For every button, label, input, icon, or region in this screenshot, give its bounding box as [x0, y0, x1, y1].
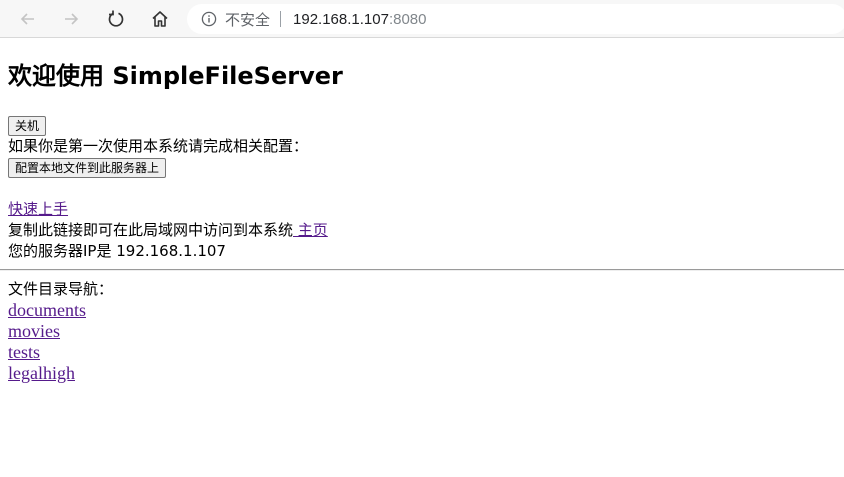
security-status: 不安全	[225, 10, 271, 29]
directory-link-tests[interactable]: tests	[8, 342, 40, 362]
home-link[interactable]: 主页	[293, 221, 328, 239]
address-host: 192.168.1.107	[293, 10, 389, 28]
directory-link-legalhigh[interactable]: legalhigh	[8, 363, 75, 383]
page-title: 欢迎使用 SimpleFileServer	[8, 62, 343, 90]
forward-arrow-icon	[65, 13, 79, 25]
directory-link-documents[interactable]: documents	[8, 300, 86, 320]
address-bar[interactable]: 不安全 192.168.1.107:8080	[187, 4, 844, 34]
directory-nav-label: 文件目录导航：	[8, 280, 114, 298]
first-time-text: 如果你是第一次使用本系统请完成相关配置：	[8, 137, 309, 155]
directory-link-movies[interactable]: movies	[8, 321, 60, 341]
address-port: :8080	[388, 10, 427, 28]
browser-toolbar: 不安全 192.168.1.107:8080	[0, 0, 844, 38]
server-ip-text: 您的服务器IP是 192.168.1.107	[8, 242, 226, 260]
copy-link-text: 复制此链接即可在此局域网中访问到本系统	[8, 221, 294, 239]
back-arrow-icon	[20, 13, 34, 25]
divider	[0, 269, 844, 271]
back-button[interactable]	[15, 6, 41, 32]
forward-button[interactable]	[58, 6, 84, 32]
home-button[interactable]	[147, 6, 173, 32]
page-content: 欢迎使用 SimpleFileServer 关机 如果你是第一次使用本系统请完成…	[0, 38, 844, 384]
reload-button[interactable]	[103, 6, 129, 32]
info-icon[interactable]	[201, 11, 217, 27]
reload-icon	[108, 10, 124, 27]
address-separator	[280, 11, 282, 27]
config-button[interactable]: 配置本地文件到此服务器上	[8, 158, 167, 178]
quick-start-link[interactable]: 快速上手	[8, 200, 68, 218]
shutdown-button[interactable]: 关机	[8, 116, 47, 136]
home-icon	[152, 11, 168, 27]
directory-list: documents movies tests legalhigh	[8, 300, 844, 384]
